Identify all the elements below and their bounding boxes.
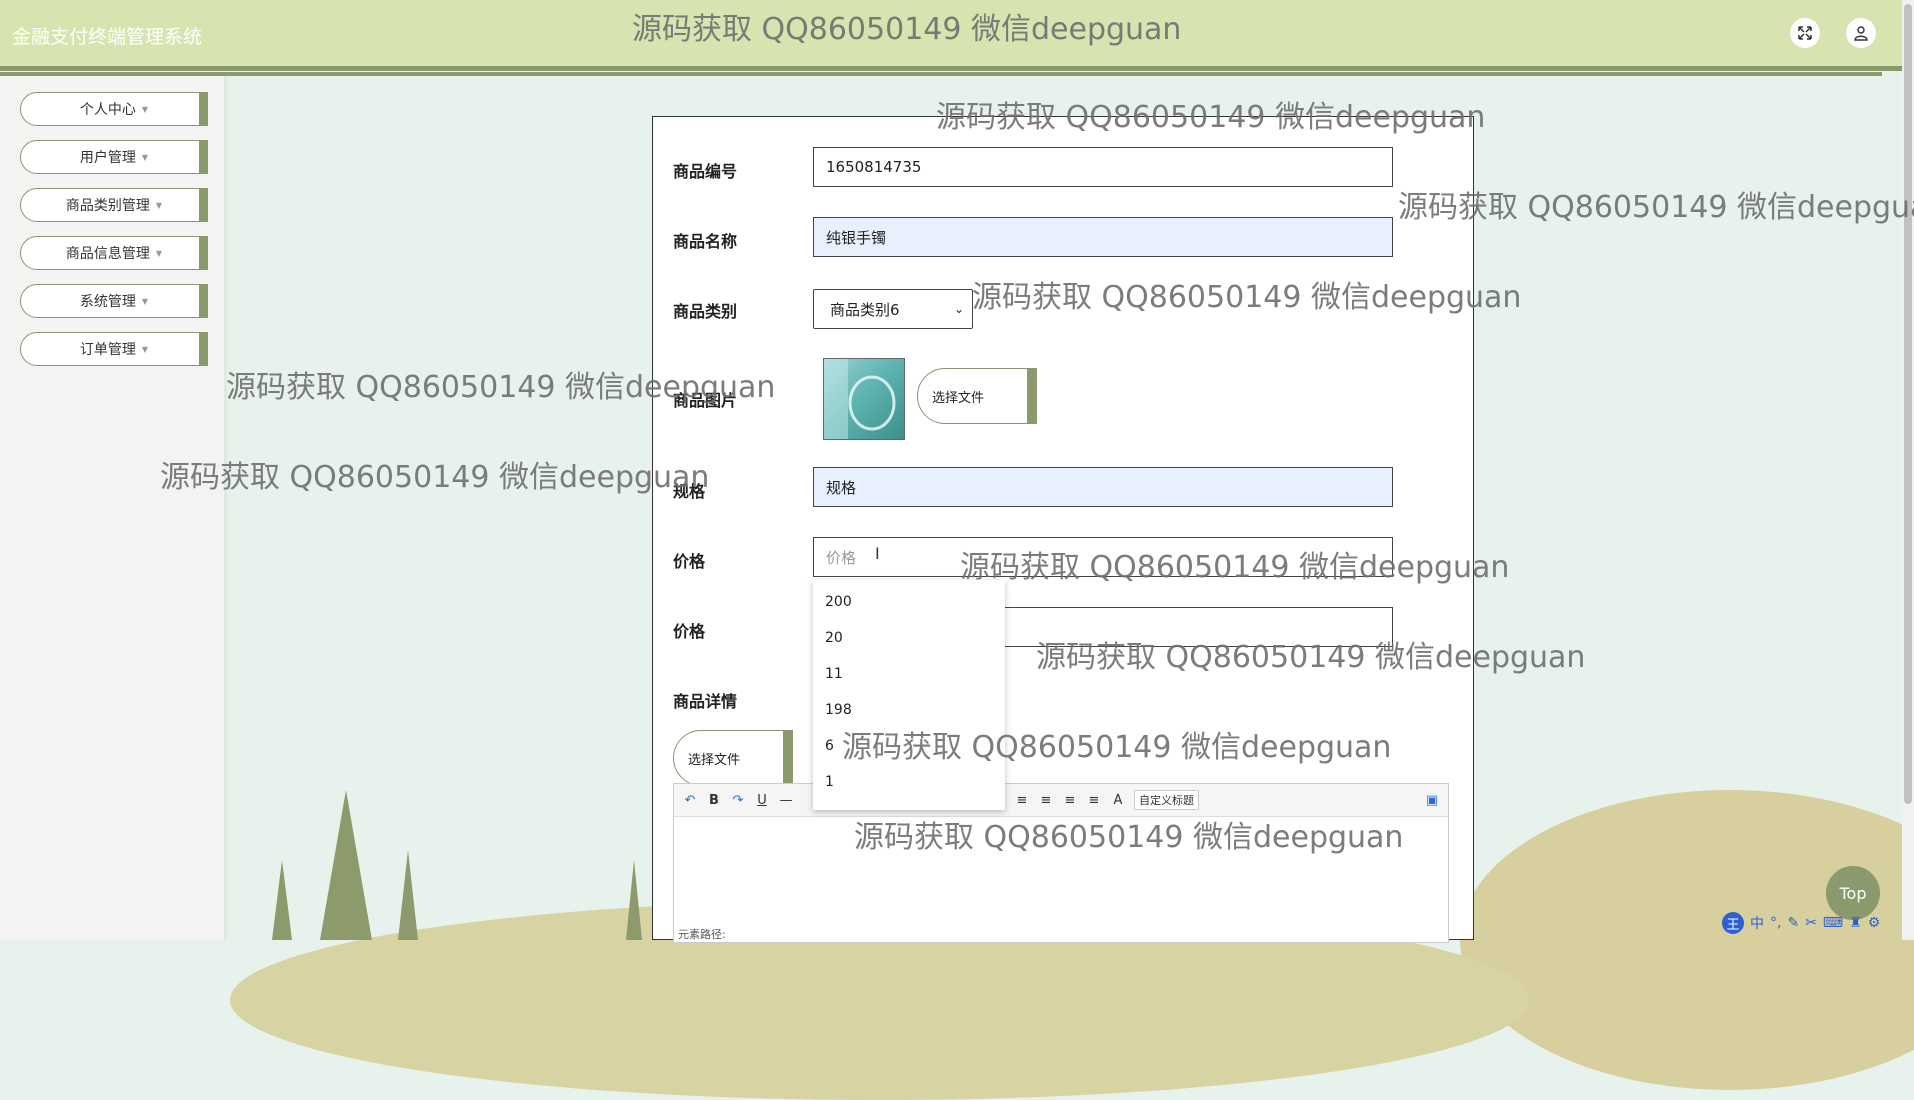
keyboard-icon[interactable]: ⌨ xyxy=(1823,915,1843,931)
choose-detail-file-button[interactable]: 选择文件 xyxy=(673,730,793,786)
sidebar-item-order-management[interactable]: 订单管理 ▼ xyxy=(20,332,208,366)
skin-icon[interactable]: ♜ xyxy=(1849,915,1862,931)
sidebar-item-label: 个人中心 xyxy=(79,102,136,118)
scissors-icon[interactable]: ✂ xyxy=(1805,915,1817,931)
autocomplete-option[interactable]: 200 xyxy=(825,594,852,610)
background-tree xyxy=(320,790,372,940)
product-code-label: 商品编号 xyxy=(673,162,738,181)
product-category-select[interactable]: 商品类别6 ⌄ xyxy=(813,289,973,329)
autocomplete-dropdown: 200 20 11 198 6 1 xyxy=(813,580,1005,810)
page-scrollbar[interactable] xyxy=(1902,0,1914,940)
watermark: 源码获取 QQ86050149 微信deepguan xyxy=(842,730,1392,765)
ime-logo[interactable]: 王 xyxy=(1722,912,1744,934)
expand-icon xyxy=(1798,26,1812,40)
product-image-thumbnail xyxy=(823,358,905,440)
horizontal-rule-icon[interactable]: — xyxy=(778,791,794,809)
autocomplete-option[interactable]: 20 xyxy=(825,630,843,646)
sidebar-item-label: 用户管理 xyxy=(79,150,136,166)
autocomplete-option[interactable]: 198 xyxy=(825,702,852,718)
category-selected-value: 商品类别6 xyxy=(830,300,900,319)
align-justify-icon[interactable]: ≡ xyxy=(1086,791,1102,809)
autocomplete-option[interactable]: 11 xyxy=(825,666,843,682)
background-tree xyxy=(626,860,642,940)
choose-file-label: 选择文件 xyxy=(688,752,741,768)
watermark: 源码获取 QQ86050149 微信deepguan xyxy=(632,12,1182,47)
watermark: 源码获取 QQ86050149 微信deepguan xyxy=(1036,640,1586,675)
watermark: 源码获取 QQ86050149 微信deepguan xyxy=(1398,190,1914,225)
font-color-button[interactable]: A xyxy=(1110,791,1126,809)
sidebar-item-label: 系统管理 xyxy=(79,294,136,310)
sidebar-item-label: 订单管理 xyxy=(79,342,136,358)
product-name-label: 商品名称 xyxy=(673,232,738,251)
redo-icon[interactable]: ↷ xyxy=(730,791,746,809)
sidebar-item-product-management[interactable]: 商品信息管理 ▼ xyxy=(20,236,208,270)
spec-input[interactable]: 规格 xyxy=(813,467,1393,507)
align-right-icon[interactable]: ≡ xyxy=(1038,791,1054,809)
ime-language-indicator[interactable]: 中 xyxy=(1750,913,1764,933)
background-tree xyxy=(398,850,418,940)
product-category-label: 商品类别 xyxy=(673,302,738,321)
custom-title-select[interactable]: 自定义标题 xyxy=(1134,790,1199,810)
watermark: 源码获取 QQ86050149 微信deepguan xyxy=(960,550,1510,585)
choose-image-file-button[interactable]: 选择文件 xyxy=(917,368,1037,424)
fullscreen-editor-icon[interactable]: ▣ xyxy=(1424,791,1440,809)
punctuation-icon[interactable]: °, xyxy=(1770,915,1781,931)
chevron-down-icon: ⌄ xyxy=(953,302,964,316)
product-code-input[interactable]: 1650814735 xyxy=(813,147,1393,187)
rich-text-editor[interactable]: ↶ B ↷ U — 格式 ▦ ≡ ≡ ≡ ≡ A 自定义标题 ▣ 元素路径: xyxy=(673,783,1449,943)
ime-toolbar: 王 中 °, ✎ ✂ ⌨ ♜ ⚙ xyxy=(1722,912,1880,934)
caret-down-icon: ▼ xyxy=(141,104,149,114)
product-detail-label: 商品详情 xyxy=(673,692,738,711)
price-label: 价格 xyxy=(673,552,706,571)
watermark: 源码获取 QQ86050149 微信deepguan xyxy=(936,100,1486,135)
user-icon xyxy=(1854,26,1868,41)
header-divider xyxy=(0,72,1882,76)
price2-label: 价格 xyxy=(673,622,706,641)
user-profile-button[interactable] xyxy=(1846,18,1876,48)
pen-icon[interactable]: ✎ xyxy=(1787,915,1799,931)
text-cursor-icon: I xyxy=(875,544,880,563)
watermark: 源码获取 QQ86050149 微信deepguan xyxy=(854,820,1404,855)
caret-down-icon: ▼ xyxy=(141,296,149,306)
watermark: 源码获取 QQ86050149 微信deepguan xyxy=(160,460,710,495)
watermark: 源码获取 QQ86050149 微信deepguan xyxy=(226,370,776,405)
background-hill xyxy=(1460,790,1914,1090)
watermark: 源码获取 QQ86050149 微信deepguan xyxy=(972,280,1522,315)
bold-button[interactable]: B xyxy=(706,791,722,809)
align-center-icon[interactable]: ≡ xyxy=(1062,791,1078,809)
align-left-icon[interactable]: ≡ xyxy=(1014,791,1030,809)
caret-down-icon: ▼ xyxy=(141,152,149,162)
fullscreen-button[interactable] xyxy=(1790,18,1820,48)
scrollbar-thumb[interactable] xyxy=(1904,4,1912,804)
app-title: 金融支付终端管理系统 xyxy=(12,26,203,48)
background-tree xyxy=(272,860,292,940)
choose-file-label: 选择文件 xyxy=(932,390,985,406)
caret-down-icon: ▼ xyxy=(155,248,163,258)
sidebar: 个人中心 ▼ 用户管理 ▼ 商品类别管理 ▼ 商品信息管理 ▼ 系统管理 ▼ 订单管理 ▼ xyxy=(0,76,227,940)
underline-button[interactable]: U xyxy=(754,791,770,809)
product-name-input[interactable]: 纯银手镯 xyxy=(813,217,1393,257)
sidebar-item-label: 商品信息管理 xyxy=(65,246,150,262)
settings-gear-icon[interactable]: ⚙ xyxy=(1868,915,1881,931)
autocomplete-option[interactable]: 1 xyxy=(825,774,834,790)
caret-down-icon: ▼ xyxy=(141,344,149,354)
sidebar-item-system-management[interactable]: 系统管理 ▼ xyxy=(20,284,208,318)
autocomplete-option[interactable]: 6 xyxy=(825,738,834,754)
sidebar-item-label: 商品类别管理 xyxy=(65,198,150,214)
undo-icon[interactable]: ↶ xyxy=(682,791,698,809)
caret-down-icon: ▼ xyxy=(155,200,163,210)
sidebar-item-personal-center[interactable]: 个人中心 ▼ xyxy=(20,92,208,126)
sidebar-item-category-management[interactable]: 商品类别管理 ▼ xyxy=(20,188,208,222)
bracelet-image xyxy=(824,359,896,439)
sidebar-item-user-management[interactable]: 用户管理 ▼ xyxy=(20,140,208,174)
